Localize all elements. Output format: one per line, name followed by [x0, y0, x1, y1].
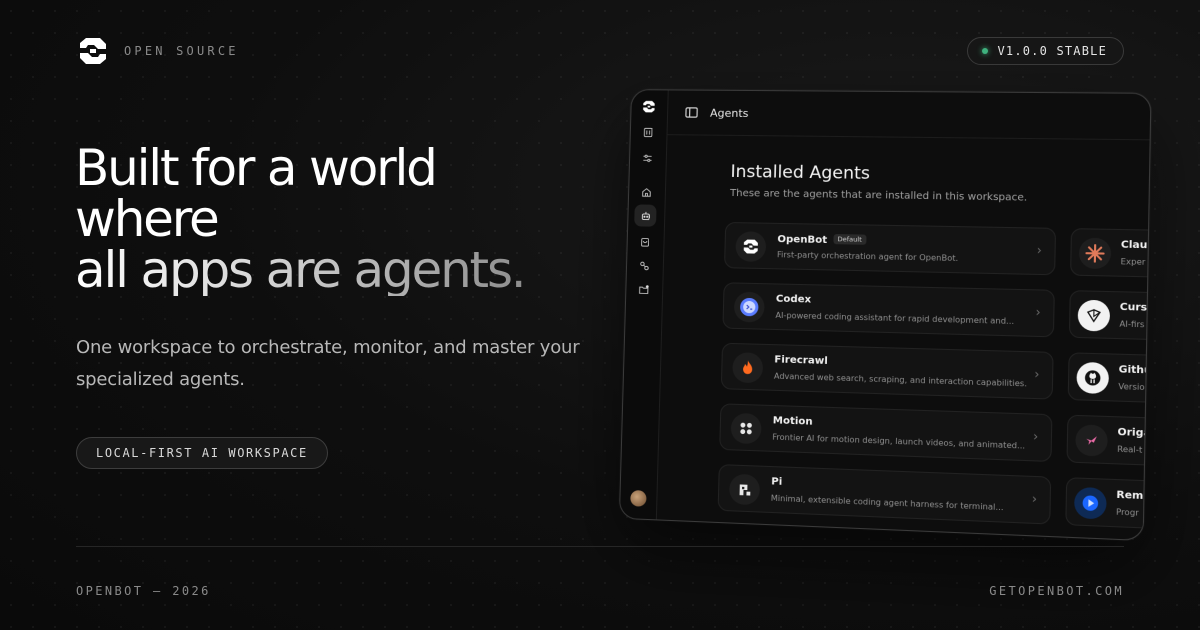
- version-badge: V1.0.0 STABLE: [967, 37, 1124, 65]
- agent-desc: First-party orchestration agent for Open…: [777, 250, 958, 263]
- avatar[interactable]: [630, 490, 646, 507]
- chevron-right-icon: ›: [1032, 491, 1037, 506]
- agent-name: Motion: [773, 415, 813, 428]
- agent-card-codex[interactable]: Codex AI-powered coding assistant for ra…: [722, 282, 1054, 337]
- agent-card-openbot[interactable]: OpenBot Default First-party orchestration…: [724, 222, 1056, 275]
- link-icon[interactable]: [636, 257, 653, 274]
- brand: OPEN SOURCE: [76, 34, 239, 68]
- default-badge: Default: [833, 234, 866, 245]
- bag-icon[interactable]: [636, 233, 653, 250]
- subtitle-line-1: One workspace to orchestrate, monitor, a…: [76, 332, 596, 364]
- agent-name: Origa: [1117, 427, 1150, 440]
- agent-name: Githu: [1119, 364, 1152, 376]
- agent-desc: Versio: [1118, 382, 1144, 392]
- agent-desc: AI-powered coding assistant for rapid de…: [775, 311, 1014, 326]
- agent-card-origami[interactable]: Origa Real-t: [1066, 415, 1151, 467]
- agent-desc: Minimal, extensible coding agent harness…: [771, 494, 1004, 513]
- footer-website-link[interactable]: GETOPENBOT.COM: [989, 584, 1124, 598]
- flame-icon: [732, 352, 763, 383]
- agent-name: Codex: [776, 294, 812, 306]
- agent-card-claude[interactable]: Claud Exper: [1070, 228, 1151, 278]
- agent-desc: AI-firs: [1119, 319, 1144, 329]
- section-subtitle: These are the agents that are installed …: [730, 188, 1028, 204]
- claude-burst-icon: [1079, 238, 1112, 270]
- bot-icon[interactable]: [634, 204, 656, 226]
- agent-desc: Advanced web search, scraping, and inter…: [774, 372, 1027, 389]
- agent-card-motion[interactable]: Motion Frontier AI for motion design, la…: [719, 403, 1052, 462]
- section-title: Installed Agents: [730, 162, 870, 184]
- agent-name: Firecrawl: [774, 354, 828, 367]
- footer-divider: [76, 546, 1124, 547]
- agent-desc: Frontier AI for motion design, launch vi…: [772, 432, 1025, 450]
- sliders-icon[interactable]: [639, 150, 656, 167]
- version-label: V1.0.0 STABLE: [997, 44, 1107, 58]
- agent-card-pi[interactable]: Pi Minimal, extensible coding agent harn…: [718, 464, 1052, 524]
- agent-name: Pi: [771, 476, 782, 488]
- app-topbar: Agents: [667, 90, 1150, 140]
- agent-name: Remo: [1116, 490, 1151, 503]
- openbot-logo-icon[interactable]: [640, 98, 657, 115]
- agent-desc: Progr: [1116, 507, 1139, 517]
- agents-content: Installed Agents These are the agents th…: [657, 135, 1150, 540]
- agent-name: OpenBot Default: [777, 233, 866, 247]
- chevron-right-icon: ›: [1035, 305, 1040, 320]
- cursor-icon: [1078, 300, 1111, 332]
- agent-name: Claud: [1121, 239, 1152, 251]
- bird-icon: [1075, 424, 1108, 456]
- topbar-title: Agents: [710, 106, 749, 119]
- openbot-logo-icon: [76, 34, 110, 68]
- remotion-play-icon: [1074, 487, 1107, 520]
- chevron-right-icon: ›: [1037, 243, 1042, 258]
- github-icon: [1076, 362, 1109, 394]
- chevron-right-icon: ›: [1033, 429, 1038, 444]
- headline-line-3: all apps are agents.: [75, 245, 525, 296]
- openbot-logo-icon: [735, 231, 766, 262]
- building-icon[interactable]: [640, 124, 657, 141]
- subtitle-line-2: specialized agents.: [76, 364, 596, 396]
- agent-card-cursor[interactable]: Curs AI-firs: [1069, 290, 1152, 341]
- home-icon[interactable]: [638, 184, 655, 201]
- folder-plus-icon[interactable]: [635, 281, 652, 298]
- headline-line-1: Built for a world: [75, 143, 525, 194]
- status-dot: [982, 48, 988, 54]
- motion-icon: [731, 413, 762, 444]
- agent-desc: Real-t: [1117, 444, 1142, 454]
- footer-copyright: OPENBOT — 2026: [76, 584, 211, 598]
- agent-name-text: OpenBot: [777, 234, 827, 246]
- agent-card-github[interactable]: Githu Versio: [1068, 352, 1152, 404]
- codex-icon: [734, 292, 765, 323]
- sidebar-toggle-icon[interactable]: [685, 106, 698, 118]
- headline: Built for a world where all apps are age…: [75, 143, 525, 296]
- chevron-right-icon: ›: [1034, 367, 1039, 382]
- headline-line-2: where: [75, 194, 525, 245]
- subtitle: One workspace to orchestrate, monitor, a…: [76, 332, 596, 396]
- pi-icon: [729, 474, 760, 506]
- app-window-preview: Agents Installed Agents These are the ag…: [619, 89, 1152, 541]
- local-first-pill: LOCAL-FIRST AI WORKSPACE: [76, 437, 328, 469]
- agent-desc: Exper: [1120, 257, 1145, 267]
- agent-card-remotion[interactable]: Remo Progr: [1065, 477, 1151, 530]
- agent-card-firecrawl[interactable]: Firecrawl Advanced web search, scraping,…: [721, 343, 1054, 400]
- agent-name: Curs: [1120, 302, 1147, 314]
- brand-label: OPEN SOURCE: [124, 44, 239, 58]
